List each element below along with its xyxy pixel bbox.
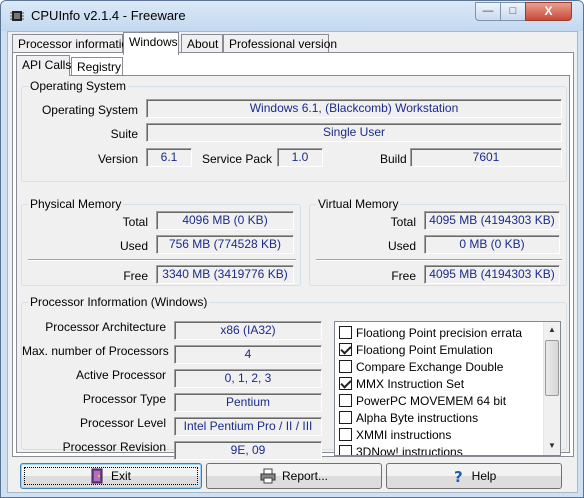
version-label: Version [97,152,138,166]
processor-type-value: Pentium [174,393,322,412]
version-value: 6.1 [146,148,192,167]
feature-item[interactable]: Floationg Point Emulation [339,341,493,358]
processor-revision-label: Processor Revision [62,440,166,454]
app-window: CPUInfo v2.1.4 - Freeware — □ X Processo… [0,0,584,498]
os-label: Operating System [41,103,138,117]
client-area: Processor information Windows About Prof… [7,31,578,493]
virtual-used-value: 0 MB (0 KB) [424,235,560,254]
feature-label: Floationg Point precision errata [356,325,523,340]
help-label: Help [471,469,497,483]
virtual-separator [316,259,562,261]
tab-about[interactable]: About [181,34,223,54]
close-button[interactable]: X [525,2,572,21]
processor-type-label: Processor Type [82,392,166,406]
processor-info-title: Processor Information (Windows) [28,295,210,309]
virtual-used-label: Used [387,239,416,253]
help-button[interactable]: ? Help [386,463,562,489]
service-pack-value: 1.0 [277,148,323,167]
feature-item[interactable]: PowerPC MOVEMEM 64 bit [339,392,506,409]
processor-info-group: Processor Information (Windows) Processo… [21,295,567,460]
active-processor-value: 0, 1, 2, 3 [174,369,322,388]
title-bar[interactable]: CPUInfo v2.1.4 - Freeware — □ X [1,1,583,31]
physical-memory-group: Physical Memory Total 4096 MB (0 KB) Use… [21,197,301,286]
exit-button[interactable]: Exit [20,463,202,489]
windows-tab-panel: API Calls Registry Operating System Oper… [12,52,574,460]
report-button[interactable]: Report... [206,463,382,489]
operating-system-group: Operating System Operating System Window… [21,79,567,182]
tab-professional-version[interactable]: Professional version [223,34,337,54]
processor-level-label: Processor Level [79,416,166,430]
operating-system-title: Operating System [28,79,129,93]
physical-total-label: Total [122,215,148,229]
processor-level-value: Intel Pentium Pro / II / III [174,417,322,436]
minimize-button[interactable]: — [475,2,501,21]
virtual-total-label: Total [390,215,416,229]
os-value: Windows 6.1, (Blackcomb) Workstation [146,99,562,118]
tab-windows[interactable]: Windows [123,32,179,55]
build-value: 7601 [410,148,562,167]
subtab-registry[interactable]: Registry [71,57,123,75]
subtab-api-calls[interactable]: API Calls [16,55,71,76]
feature-item[interactable]: Compare Exchange Double [339,358,503,375]
scroll-down-icon[interactable]: ▼ [544,438,560,455]
virtual-total-value: 4095 MB (4194303 KB) [424,211,560,230]
virtual-free-value: 4095 MB (4194303 KB) [424,265,560,284]
feature-label: MMX Instruction Set [356,376,465,391]
focus-rectangle [24,467,198,485]
physical-memory-title: Physical Memory [28,197,124,211]
processor-architecture-label: Processor Architecture [45,320,166,334]
feature-item[interactable]: Alpha Byte instructions [339,409,478,426]
feature-label: Alpha Byte instructions [356,410,479,425]
window-title: CPUInfo v2.1.4 - Freeware [31,8,186,23]
suite-value: Single User [146,123,562,142]
feature-checkbox[interactable] [339,445,352,455]
virtual-memory-title: Virtual Memory [316,197,401,211]
feature-item[interactable]: Floationg Point precision errata [339,324,522,341]
feature-label: 3DNow! instructions [356,444,463,456]
feature-checkbox[interactable] [339,428,352,441]
physical-used-label: Used [119,239,148,253]
physical-used-value: 756 MB (774528 KB) [156,235,294,254]
scroll-up-icon[interactable]: ▲ [544,322,560,339]
chip-icon [10,11,24,21]
maximize-button[interactable]: □ [500,2,526,21]
feature-label: XMMI instructions [356,427,452,442]
service-pack-label: Service Pack [202,152,273,166]
build-label: Build [380,152,407,166]
physical-separator [28,259,296,261]
api-calls-panel: Operating System Operating System Window… [16,75,570,460]
tab-processor-information[interactable]: Processor information [12,34,135,54]
report-label: Report... [281,469,329,483]
feature-checkbox[interactable] [339,394,352,407]
physical-total-value: 4096 MB (0 KB) [156,211,294,230]
feature-item[interactable]: 3DNow! instructions [339,443,463,456]
physical-free-label: Free [123,269,148,283]
printer-icon [260,468,276,484]
feature-item[interactable]: MMX Instruction Set [339,375,464,392]
active-processor-label: Active Processor [75,368,166,382]
processor-features-list[interactable]: Floationg Point precision errata Floatio… [334,321,561,456]
virtual-memory-group: Virtual Memory Total 4095 MB (4194303 KB… [309,197,567,286]
help-question-icon: ? [454,468,463,484]
processor-revision-value: 9E, 09 [174,441,322,460]
feature-checkbox[interactable] [339,360,352,373]
features-scrollbar[interactable]: ▲ ▼ [543,322,560,455]
feature-checkbox[interactable] [339,377,352,390]
svg-text:?: ? [454,468,463,484]
feature-checkbox[interactable] [339,411,352,424]
max-processors-value: 4 [174,345,322,364]
processor-architecture-value: x86 (IA32) [174,321,322,340]
max-processors-label: Max. number of Processors [22,344,169,358]
feature-checkbox[interactable] [339,343,352,356]
feature-checkbox[interactable] [339,326,352,339]
suite-label: Suite [110,127,138,141]
virtual-free-label: Free [391,269,416,283]
physical-free-value: 3340 MB (3419776 KB) [156,265,294,284]
feature-label: Floationg Point Emulation [356,342,493,357]
feature-label: PowerPC MOVEMEM 64 bit [356,393,507,408]
feature-label: Compare Exchange Double [356,359,504,374]
scroll-thumb[interactable] [545,340,559,396]
feature-item[interactable]: XMMI instructions [339,426,451,443]
